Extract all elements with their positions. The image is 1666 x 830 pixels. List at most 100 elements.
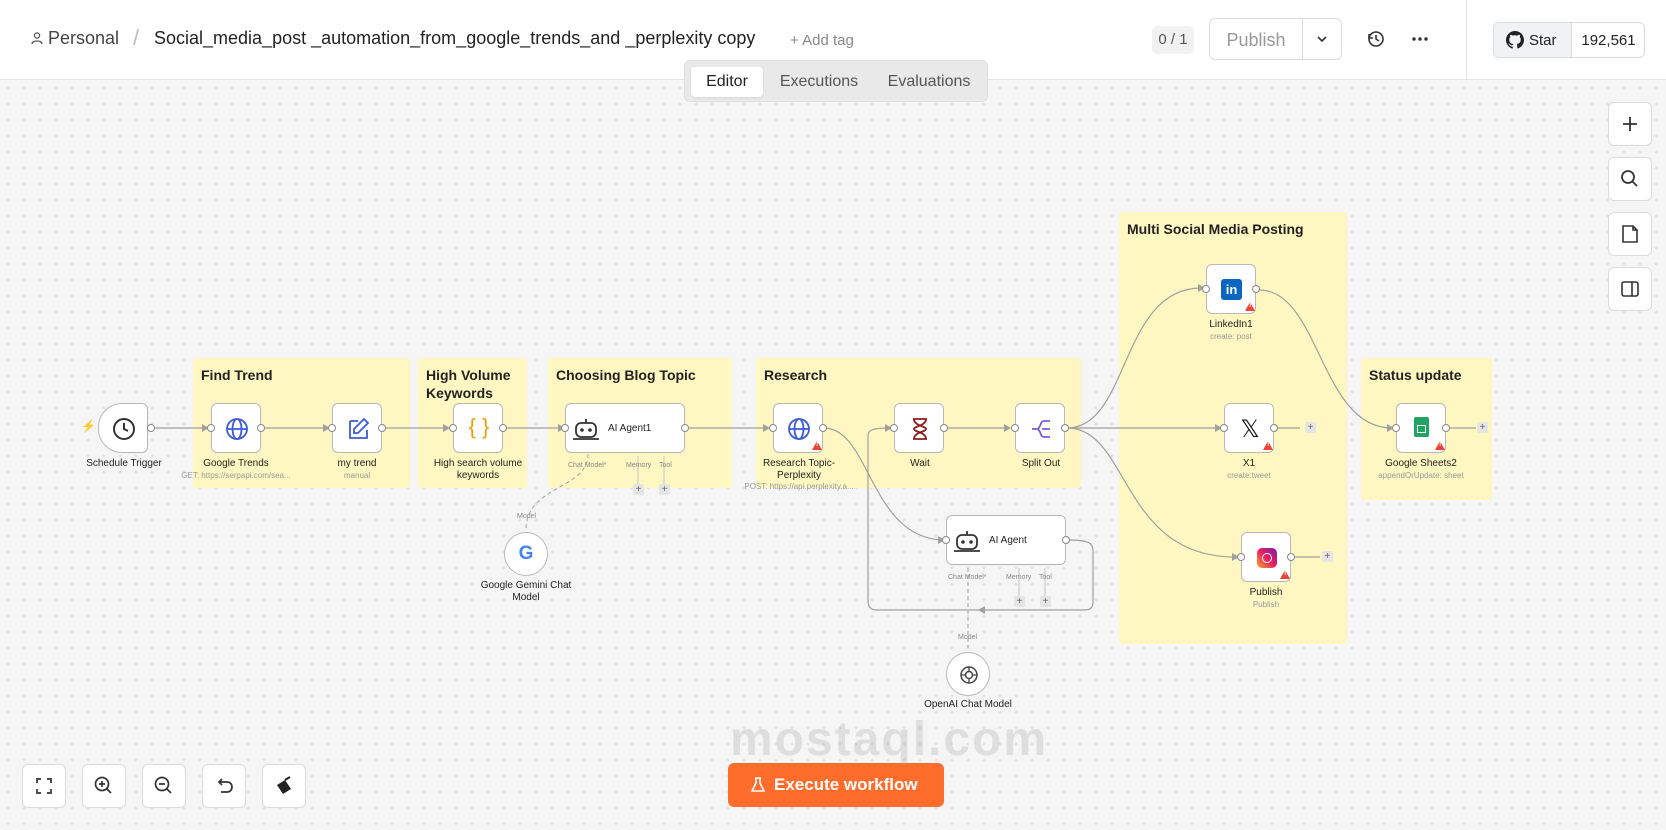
node-instagram-publish[interactable] bbox=[1241, 532, 1291, 582]
hourglass-icon bbox=[913, 418, 927, 440]
label-wait: Wait bbox=[910, 458, 930, 469]
port-output[interactable] bbox=[819, 424, 827, 432]
node-wait[interactable] bbox=[894, 403, 944, 453]
x-logo-icon: 𝕏 bbox=[1240, 416, 1260, 443]
sticky-note-icon bbox=[1622, 225, 1638, 243]
port-input[interactable] bbox=[890, 424, 898, 432]
handle-chat-model-2: Chat Model* bbox=[948, 574, 987, 581]
tab-editor[interactable]: Editor bbox=[691, 67, 763, 97]
node-ai-agent[interactable]: AI Agent bbox=[946, 515, 1066, 565]
port-input[interactable] bbox=[328, 424, 336, 432]
port-output[interactable] bbox=[257, 424, 265, 432]
port-output[interactable] bbox=[681, 424, 689, 432]
port-output[interactable] bbox=[378, 424, 386, 432]
add-after-x1-button[interactable]: + bbox=[1305, 422, 1316, 433]
port-input[interactable] bbox=[1220, 424, 1228, 432]
label-my-trend: my trend bbox=[337, 458, 377, 469]
project-name: Personal bbox=[48, 28, 120, 48]
node-research-topic-perplexity[interactable] bbox=[773, 403, 823, 453]
handle-memory-2: Memory bbox=[1006, 574, 1032, 581]
clock-icon bbox=[113, 418, 135, 440]
port-output[interactable] bbox=[1061, 424, 1069, 432]
clear-icon bbox=[277, 776, 291, 794]
node-split-out[interactable] bbox=[1015, 403, 1065, 453]
label-split-out: Split Out bbox=[1021, 458, 1061, 469]
label-google-sheets2: Google Sheets2 bbox=[1385, 458, 1457, 469]
port-output[interactable] bbox=[1062, 536, 1070, 544]
port-input[interactable] bbox=[1011, 424, 1019, 432]
port-input[interactable] bbox=[561, 424, 569, 432]
divider bbox=[1466, 0, 1467, 80]
port-output[interactable] bbox=[1442, 424, 1450, 432]
label-research-topic: Research Topic- Perplexity bbox=[762, 458, 836, 481]
fit-view-icon bbox=[36, 778, 52, 794]
clear-execution-button[interactable] bbox=[262, 764, 306, 808]
search-nodes-button[interactable] bbox=[1608, 157, 1652, 201]
sub-google-sheets2: appendOrUpdate: sheet bbox=[1378, 471, 1464, 480]
chevron-down-icon[interactable] bbox=[1315, 32, 1329, 46]
sub-my-trend: manual bbox=[343, 471, 371, 480]
port-input[interactable] bbox=[1392, 424, 1400, 432]
add-after-instagram-button[interactable]: + bbox=[1322, 551, 1333, 562]
port-output[interactable] bbox=[940, 424, 948, 432]
add-tool-button-2[interactable]: + bbox=[1040, 596, 1051, 607]
zoom-in-button[interactable] bbox=[82, 764, 126, 808]
execute-workflow-button[interactable]: Execute workflow bbox=[728, 763, 944, 807]
add-tag-button[interactable]: + Add tag bbox=[790, 32, 854, 49]
port-input[interactable] bbox=[942, 536, 950, 544]
node-x1[interactable]: 𝕏 bbox=[1224, 403, 1274, 453]
node-high-search-volume-keywords[interactable]: { } bbox=[453, 403, 503, 453]
github-star-left[interactable]: Star bbox=[1494, 23, 1572, 57]
add-after-sheets-button[interactable]: + bbox=[1477, 422, 1488, 433]
toggle-panel-button[interactable] bbox=[1608, 267, 1652, 311]
node-google-sheets2[interactable] bbox=[1396, 403, 1446, 453]
github-star-button[interactable]: Star 192,561 bbox=[1493, 22, 1645, 58]
more-icon[interactable] bbox=[1402, 21, 1438, 57]
google-icon: G bbox=[518, 543, 534, 564]
add-memory-button-1[interactable]: + bbox=[633, 484, 644, 495]
port-output[interactable] bbox=[147, 424, 155, 432]
node-schedule-trigger[interactable] bbox=[98, 403, 148, 453]
port-output[interactable] bbox=[1270, 424, 1278, 432]
port-input[interactable] bbox=[207, 424, 215, 432]
trigger-bolt-icon: ⚡ bbox=[81, 419, 96, 433]
port-input[interactable] bbox=[1237, 553, 1245, 561]
port-output[interactable] bbox=[499, 424, 507, 432]
fit-view-button[interactable] bbox=[22, 764, 66, 808]
node-openai-chat-model[interactable] bbox=[946, 652, 990, 696]
zoom-out-button[interactable] bbox=[142, 764, 186, 808]
add-node-button[interactable] bbox=[1608, 102, 1652, 146]
port-output[interactable] bbox=[1287, 553, 1295, 561]
add-sticky-note-button[interactable] bbox=[1608, 212, 1652, 256]
handle-memory-1: Memory bbox=[626, 462, 652, 469]
sub-research-topic: POST: https://api.perplexity.a... bbox=[744, 482, 854, 491]
tab-executions[interactable]: Executions bbox=[767, 67, 871, 97]
label-google-gemini: Google Gemini Chat Model bbox=[480, 580, 572, 603]
handle-chat-model-1: Chat Model* bbox=[568, 462, 607, 469]
node-linkedin1[interactable]: in bbox=[1206, 264, 1256, 314]
port-input[interactable] bbox=[449, 424, 457, 432]
project-breadcrumb[interactable]: Personal bbox=[30, 28, 119, 49]
flask-icon bbox=[750, 777, 766, 792]
add-tool-button-1[interactable]: + bbox=[659, 484, 670, 495]
zoom-out-icon bbox=[154, 776, 172, 794]
history-icon[interactable] bbox=[1358, 21, 1394, 57]
port-input[interactable] bbox=[1202, 285, 1210, 293]
undo-button[interactable] bbox=[202, 764, 246, 808]
workflow-name[interactable]: Social_media_post _automation_from_googl… bbox=[154, 28, 755, 49]
node-ai-agent1[interactable]: AI Agent1 bbox=[565, 403, 685, 453]
handle-tool-1: Tool bbox=[659, 462, 672, 469]
port-output[interactable] bbox=[1252, 285, 1260, 293]
publish-button[interactable]: Publish bbox=[1209, 18, 1342, 60]
tab-evaluations[interactable]: Evaluations bbox=[875, 67, 983, 97]
warning-icon bbox=[1245, 302, 1255, 311]
label-openai: OpenAI Chat Model bbox=[924, 699, 1012, 710]
label-google-trends: Google Trends bbox=[203, 458, 269, 469]
label-schedule-trigger: Schedule Trigger bbox=[86, 458, 162, 469]
node-my-trend[interactable] bbox=[332, 403, 382, 453]
github-star-count[interactable]: 192,561 bbox=[1571, 32, 1646, 49]
node-google-trends[interactable] bbox=[211, 403, 261, 453]
port-input[interactable] bbox=[769, 424, 777, 432]
node-google-gemini-chat-model[interactable]: G bbox=[504, 532, 548, 576]
add-memory-button-2[interactable]: + bbox=[1014, 596, 1025, 607]
